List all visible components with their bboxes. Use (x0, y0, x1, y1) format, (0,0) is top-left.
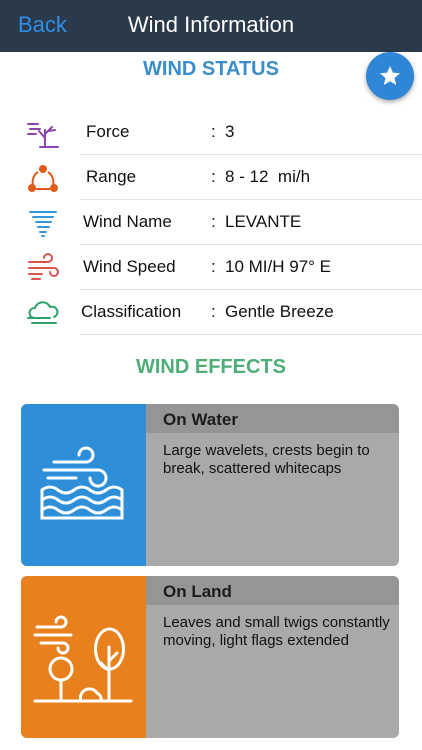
row-label: Wind Name (83, 212, 172, 231)
row-separator: : (211, 212, 216, 231)
status-row-wind-name: Wind Name : LEVANTE (0, 200, 422, 245)
wind-land-icon (21, 576, 146, 738)
card-title: On Land (163, 582, 232, 601)
status-row-range: Range : 8 - 12 mi/h (0, 155, 422, 200)
row-value: 3 (225, 122, 235, 141)
card-description: Leaves and small twigs constantly moving… (163, 614, 390, 649)
navigation-bar: Back Wind Information (0, 0, 422, 52)
back-button[interactable]: Back (18, 12, 67, 38)
row-label: Wind Speed (83, 257, 176, 276)
row-value: LEVANTE (225, 212, 302, 231)
wind-water-icon (21, 404, 146, 566)
effect-card-water: On Water Large wavelets, crests begin to… (21, 404, 399, 566)
row-label: Range (86, 167, 137, 186)
divider (80, 334, 422, 335)
tornado-icon (29, 211, 57, 237)
status-row-classification: Classification : Gentle Breeze (0, 290, 422, 335)
effect-card-land: On Land Leaves and small twigs constantl… (21, 576, 399, 738)
tree-wind-icon (27, 123, 59, 148)
row-separator: : (211, 257, 216, 276)
row-value: Gentle Breeze (225, 302, 334, 321)
wind-speed-icon (28, 253, 59, 280)
status-row-force: Force : 3 (0, 110, 422, 155)
card-title: On Water (163, 410, 238, 429)
row-value: 8 - 12 mi/h (225, 167, 311, 186)
row-separator: : (211, 302, 216, 321)
wind-effects-heading: WIND EFFECTS (136, 356, 286, 378)
cloud-wind-icon (27, 301, 59, 324)
row-separator: : (211, 122, 216, 141)
row-value: 10 MI/H 97° E (225, 257, 332, 276)
range-icon (28, 165, 58, 192)
card-description: Large wavelets, crests begin to break, s… (163, 442, 370, 477)
wind-status-heading: WIND STATUS (143, 58, 279, 80)
row-label: Force (86, 122, 130, 141)
row-separator: : (211, 167, 216, 186)
status-row-wind-speed: Wind Speed : 10 MI/H 97° E (0, 245, 422, 290)
row-label: Classification (81, 302, 182, 321)
